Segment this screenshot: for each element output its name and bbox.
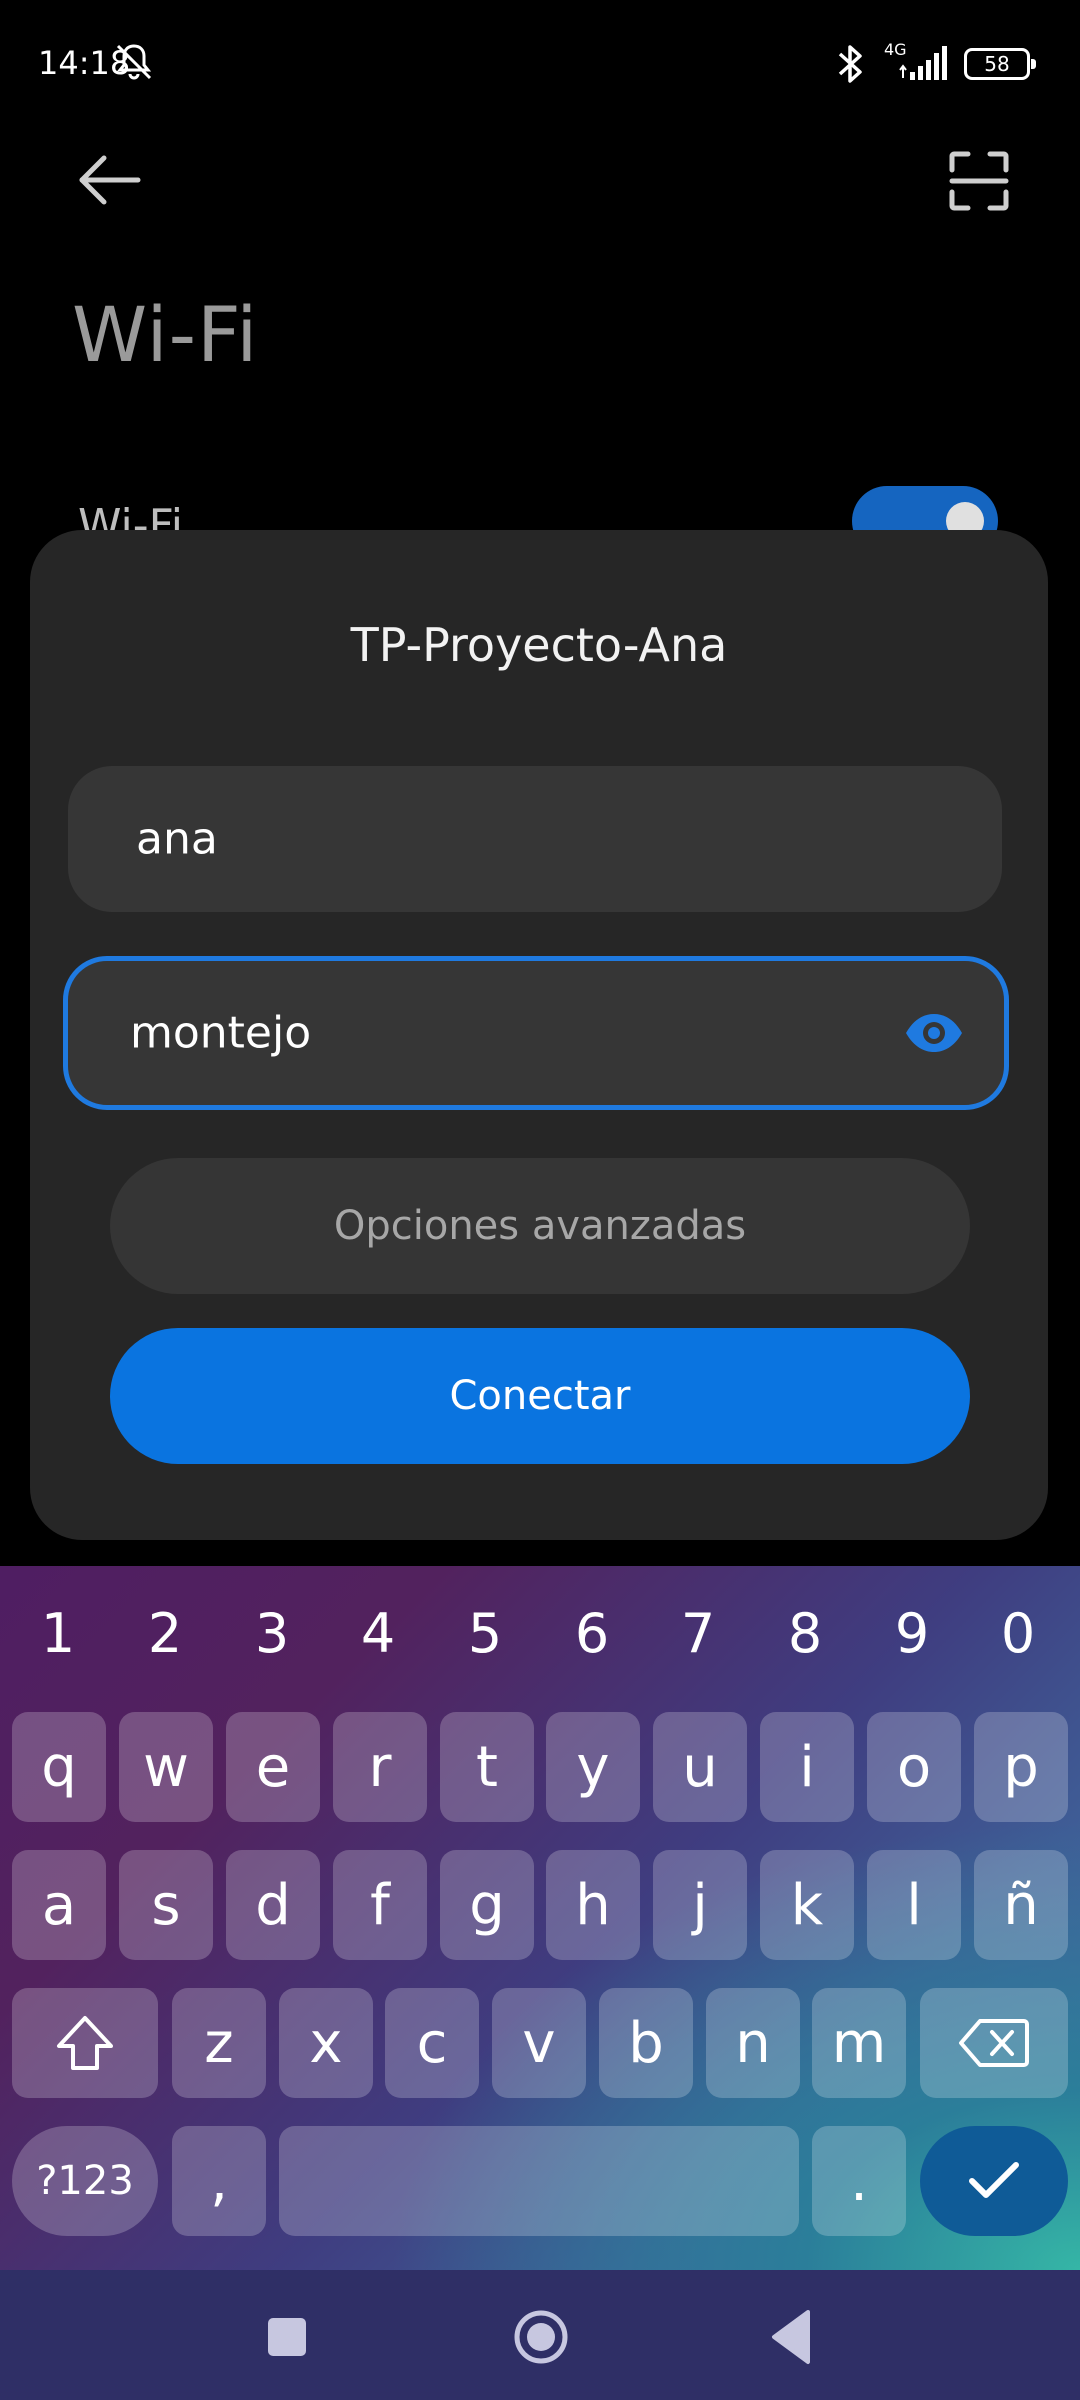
key-g[interactable]: g xyxy=(440,1850,534,1960)
page-title: Wi-Fi xyxy=(72,290,259,379)
nav-back-icon[interactable] xyxy=(770,2308,810,2366)
keyboard: 1 2 3 4 5 6 7 8 9 0 q w e r t y u i o p … xyxy=(0,1566,1080,2270)
key-p[interactable]: p xyxy=(974,1712,1068,1822)
identity-value: ana xyxy=(136,813,218,865)
dialog-title: TP-Proyecto-Ana xyxy=(350,618,728,672)
password-field[interactable]: montejo xyxy=(63,956,1009,1110)
shift-key[interactable] xyxy=(12,1988,158,2098)
key-6[interactable]: 6 xyxy=(562,1602,622,1665)
key-z[interactable]: z xyxy=(172,1988,266,2098)
battery-level: 58 xyxy=(984,52,1010,76)
signal-icon xyxy=(898,46,947,82)
key-n[interactable]: n xyxy=(706,1988,800,2098)
period-key[interactable]: . xyxy=(812,2126,906,2236)
enter-key[interactable] xyxy=(920,2126,1068,2236)
key-t[interactable]: t xyxy=(440,1712,534,1822)
bluetooth-icon xyxy=(838,45,862,83)
key-w[interactable]: w xyxy=(119,1712,213,1822)
key-u[interactable]: u xyxy=(653,1712,747,1822)
key-5[interactable]: 5 xyxy=(455,1602,515,1665)
connect-button[interactable]: Conectar xyxy=(110,1328,970,1464)
key-m[interactable]: m xyxy=(812,1988,906,2098)
password-value: montejo xyxy=(130,1007,312,1059)
status-bar: 14:18 4G 58 xyxy=(0,0,1080,130)
key-x[interactable]: x xyxy=(279,1988,373,2098)
shift-icon xyxy=(57,2016,113,2070)
key-q[interactable]: q xyxy=(12,1712,106,1822)
mute-icon xyxy=(116,44,152,80)
key-o[interactable]: o xyxy=(867,1712,961,1822)
key-c[interactable]: c xyxy=(385,1988,479,2098)
identity-field[interactable]: ana xyxy=(68,766,1002,912)
space-key[interactable] xyxy=(279,2126,799,2236)
key-8[interactable]: 8 xyxy=(775,1602,835,1665)
checkmark-icon xyxy=(969,2162,1019,2198)
key-r[interactable]: r xyxy=(333,1712,427,1822)
key-k[interactable]: k xyxy=(760,1850,854,1960)
home-icon[interactable] xyxy=(512,2308,570,2366)
key-i[interactable]: i xyxy=(760,1712,854,1822)
key-0[interactable]: 0 xyxy=(988,1602,1048,1665)
key-j[interactable]: j xyxy=(653,1850,747,1960)
recents-icon[interactable] xyxy=(268,2318,306,2356)
key-d[interactable]: d xyxy=(226,1850,320,1960)
navigation-bar xyxy=(0,2270,1080,2400)
key-4[interactable]: 4 xyxy=(348,1602,408,1665)
key-y[interactable]: y xyxy=(546,1712,640,1822)
key-v[interactable]: v xyxy=(492,1988,586,2098)
symbols-key[interactable]: ?123 xyxy=(12,2126,158,2236)
key-h[interactable]: h xyxy=(546,1850,640,1960)
key-b[interactable]: b xyxy=(599,1988,693,2098)
advanced-options-button[interactable]: Opciones avanzadas xyxy=(110,1158,970,1294)
key-1[interactable]: 1 xyxy=(28,1602,88,1665)
key-n-tilde[interactable]: ñ xyxy=(974,1850,1068,1960)
eye-icon[interactable] xyxy=(904,1011,964,1055)
back-arrow-icon[interactable] xyxy=(76,150,146,210)
key-a[interactable]: a xyxy=(12,1850,106,1960)
backspace-key[interactable] xyxy=(920,1988,1068,2098)
key-s[interactable]: s xyxy=(119,1850,213,1960)
key-f[interactable]: f xyxy=(333,1850,427,1960)
comma-key[interactable]: , xyxy=(172,2126,266,2236)
number-row: 1 2 3 4 5 6 7 8 9 0 xyxy=(0,1602,1080,1682)
wifi-connect-dialog: TP-Proyecto-Ana ana montejo Opciones ava… xyxy=(30,530,1048,1540)
backspace-icon xyxy=(959,2019,1029,2067)
key-9[interactable]: 9 xyxy=(882,1602,942,1665)
battery-icon: 58 xyxy=(964,48,1036,80)
key-e[interactable]: e xyxy=(226,1712,320,1822)
key-2[interactable]: 2 xyxy=(135,1602,195,1665)
key-7[interactable]: 7 xyxy=(668,1602,728,1665)
key-l[interactable]: l xyxy=(867,1850,961,1960)
key-3[interactable]: 3 xyxy=(242,1602,302,1665)
qr-scan-icon[interactable] xyxy=(948,150,1010,212)
